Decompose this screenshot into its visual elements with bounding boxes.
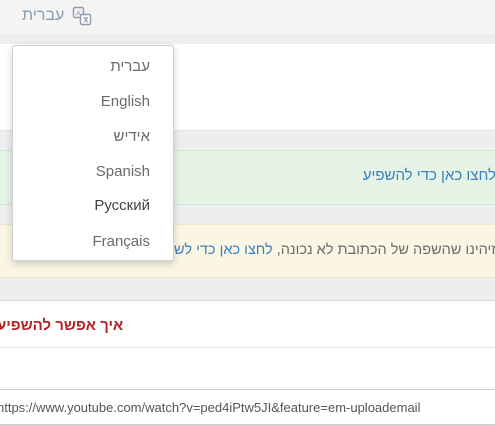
language-option-yiddish[interactable]: אידיש: [114, 128, 150, 145]
language-switcher-fragment: [0, 7, 3, 25]
influence-card: איך אפשר להשפיע https://www.youtube.com/…: [0, 300, 495, 425]
warning-text: זיהינו שהשפה של הכתובת לא נכונה,: [272, 242, 495, 258]
card-title: איך אפשר להשפיע: [0, 317, 124, 334]
current-language-label: עברית: [22, 7, 65, 24]
language-option-russian[interactable]: Русский: [94, 197, 150, 214]
language-dropdown-menu: עברית English אידיש Spanish Русский Fran…: [12, 45, 174, 261]
warning-message: זיהינו שהשפה של הכתובת לא נכונה, לחצו כא…: [141, 242, 495, 258]
video-url-value: https://www.youtube.com/watch?v=ped4iPtw…: [0, 400, 421, 415]
card-divider: [0, 347, 495, 348]
language-option-english[interactable]: English: [101, 93, 150, 110]
svg-text:A: A: [76, 10, 81, 18]
translate-icon: A: [72, 6, 92, 26]
influence-link[interactable]: לחצו כאן כדי להשפיע: [363, 167, 495, 184]
top-bar: עברית A: [0, 0, 495, 34]
language-option-spanish[interactable]: Spanish: [96, 163, 150, 180]
language-option-french[interactable]: Français: [92, 233, 150, 250]
video-url-field[interactable]: https://www.youtube.com/watch?v=ped4iPtw…: [0, 389, 495, 425]
language-option-hebrew[interactable]: עברית: [110, 58, 150, 75]
